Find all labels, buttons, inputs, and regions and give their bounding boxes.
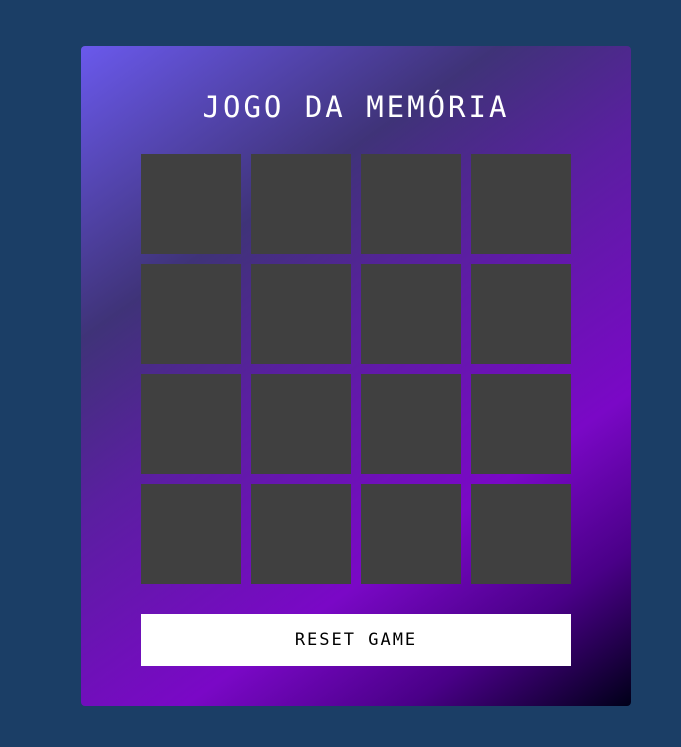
memory-card-12[interactable] <box>471 374 571 474</box>
memory-card-7[interactable] <box>361 264 461 364</box>
memory-card-15[interactable] <box>361 484 461 584</box>
memory-card-3[interactable] <box>361 154 461 254</box>
memory-card-14[interactable] <box>251 484 351 584</box>
memory-card-9[interactable] <box>141 374 241 474</box>
memory-card-8[interactable] <box>471 264 571 364</box>
reset-game-button[interactable]: RESET GAME <box>141 614 571 666</box>
memory-card-4[interactable] <box>471 154 571 254</box>
memory-card-11[interactable] <box>361 374 461 474</box>
memory-card-16[interactable] <box>471 484 571 584</box>
memory-card-6[interactable] <box>251 264 351 364</box>
memory-card-10[interactable] <box>251 374 351 474</box>
card-board <box>141 154 571 584</box>
memory-card-1[interactable] <box>141 154 241 254</box>
game-title: JOGO DA MEMÓRIA <box>202 90 510 124</box>
memory-card-2[interactable] <box>251 154 351 254</box>
memory-card-5[interactable] <box>141 264 241 364</box>
game-panel: JOGO DA MEMÓRIA RESET GAME <box>81 46 631 706</box>
memory-card-13[interactable] <box>141 484 241 584</box>
